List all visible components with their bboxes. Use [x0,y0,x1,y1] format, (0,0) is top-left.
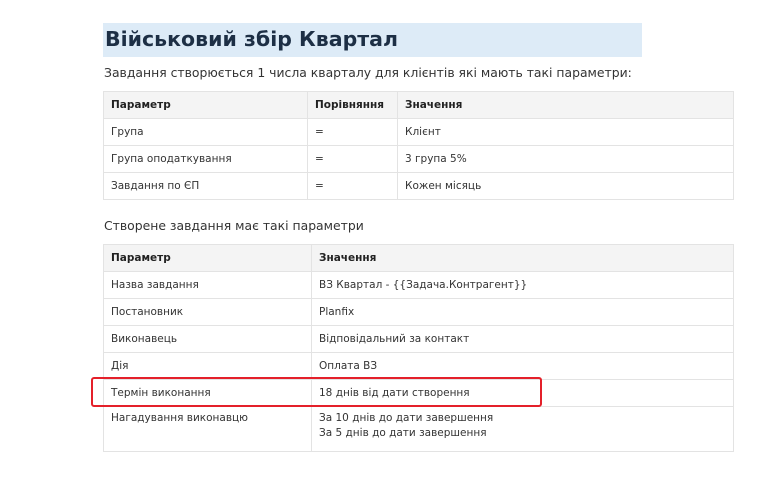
table-cell: Виконавець [103,325,312,353]
table-header-row: Параметр Значення [103,244,734,272]
table-row: Виконавець Відповідальний за контакт [103,325,734,353]
table-cell: 18 днів від дати створення [311,379,734,407]
table-cell: Відповідальний за контакт [311,325,734,353]
column-header-parameter: Параметр [103,244,312,272]
table-row: Дія Оплата ВЗ [103,352,734,380]
table-row-deadline: Термін виконання 18 днів від дати створе… [103,379,734,407]
table-cell: = [307,172,398,200]
column-header-comparison: Порівняння [307,91,398,119]
table-row: Постановник Planfix [103,298,734,326]
table-cell: Кожен місяць [397,172,734,200]
table-cell: За 10 днів до дати завершення За 5 днів … [311,406,734,452]
page-title: Військовий збір Квартал [103,23,642,57]
table-cell: Група [103,118,308,146]
column-header-parameter: Параметр [103,91,308,119]
table-cell: = [307,118,398,146]
task-parameters-table: Параметр Значення Назва завдання ВЗ Квар… [103,244,734,452]
table-cell: Термін виконання [103,379,312,407]
table-header-row: Параметр Порівняння Значення [103,91,734,119]
table-cell: Група оподаткування [103,145,308,173]
table-cell: Клієнт [397,118,734,146]
table-cell: ВЗ Квартал - {{Задача.Контрагент}} [311,271,734,299]
table-cell: Planfix [311,298,734,326]
table-cell: Назва завдання [103,271,312,299]
table-cell: Завдання по ЄП [103,172,308,200]
table-row: Завдання по ЄП = Кожен місяць [103,172,734,200]
column-header-value: Значення [397,91,734,119]
conditions-table: Параметр Порівняння Значення Група = Клі… [103,91,734,200]
table-cell: Оплата ВЗ [311,352,734,380]
table-cell: Нагадування виконавцю [103,406,312,452]
table-row: Група оподаткування = 3 група 5% [103,145,734,173]
reminder-line: За 5 днів до дати завершення [319,427,487,439]
table-cell: = [307,145,398,173]
table-cell: Дія [103,352,312,380]
table-row-reminder: Нагадування виконавцю За 10 днів до дати… [103,406,734,452]
task-intro-text: Створене завдання має такі параметри [104,218,364,233]
reminder-line: За 10 днів до дати завершення [319,412,494,424]
table-cell: Постановник [103,298,312,326]
conditions-intro-text: Завдання створюється 1 числа кварталу дл… [104,65,632,80]
column-header-value: Значення [311,244,734,272]
table-row: Назва завдання ВЗ Квартал - {{Задача.Кон… [103,271,734,299]
table-row: Група = Клієнт [103,118,734,146]
table-cell: 3 група 5% [397,145,734,173]
